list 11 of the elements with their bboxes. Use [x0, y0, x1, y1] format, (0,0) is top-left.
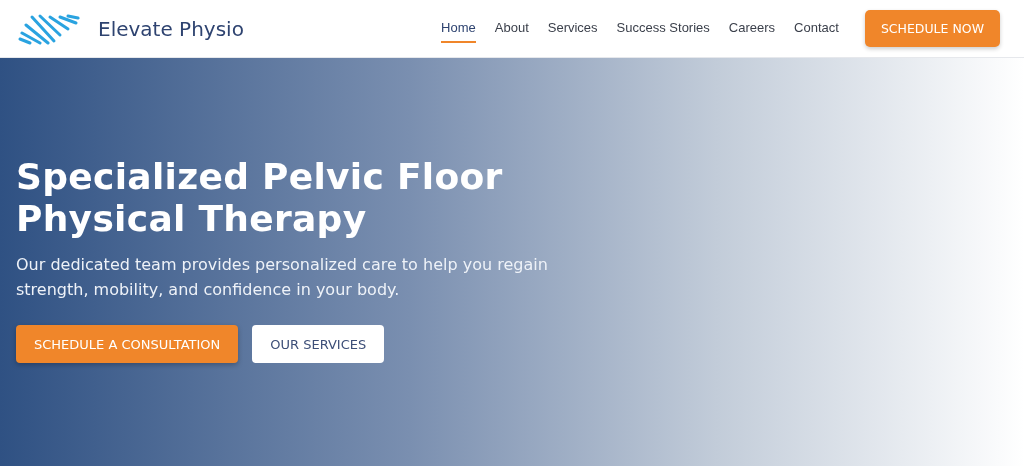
nav-link[interactable]: Home [441, 14, 476, 43]
brand-name: Elevate Physio [98, 16, 244, 41]
services-button[interactable]: OUR SERVICES [252, 325, 385, 363]
nav-link[interactable]: About [494, 14, 529, 43]
nav-link[interactable]: Careers [728, 14, 776, 43]
nav-link[interactable]: Contact [794, 14, 839, 43]
hero-title: Specialized Pelvic Floor Physical Therapy [16, 156, 504, 240]
hero-subtitle: Our dedicated team provides personalized care to help you regain strength, mobility, and confidence in your body. [16, 254, 549, 301]
nav-link[interactable]: Success Stories [616, 14, 710, 43]
nav-link[interactable]: Services [547, 14, 598, 43]
logo-icon [18, 12, 80, 45]
